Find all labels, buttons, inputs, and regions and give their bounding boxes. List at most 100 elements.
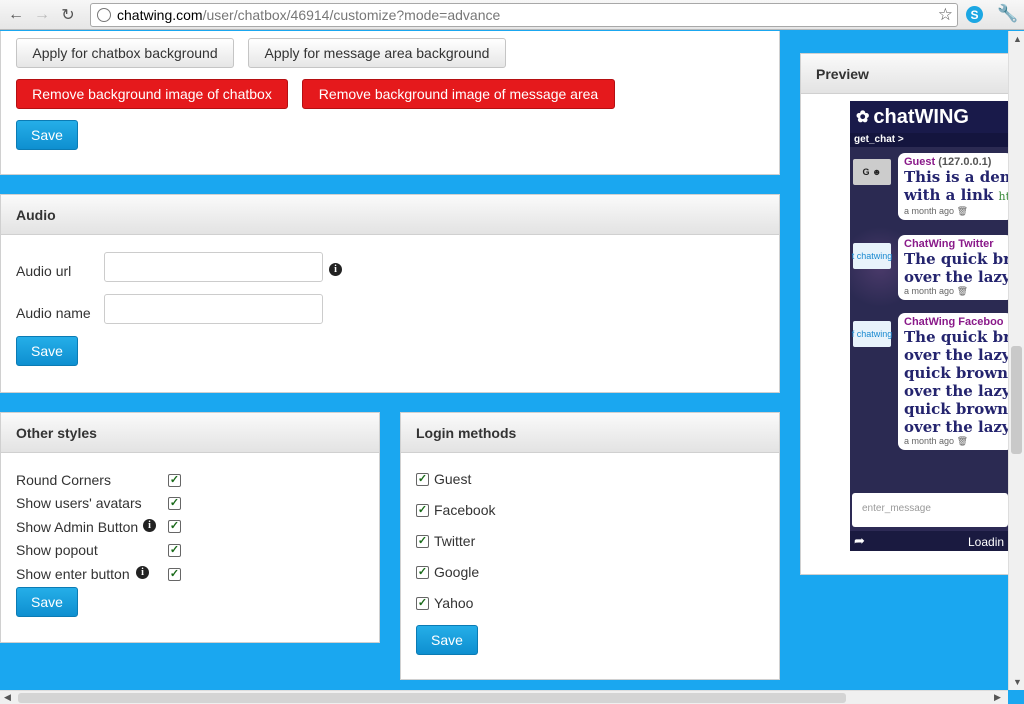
wrench-menu-icon[interactable]: 🔧 — [997, 4, 1018, 24]
login-label: Yahoo — [434, 595, 474, 611]
guest-avatar: G ☻ — [853, 159, 891, 185]
twitter-avatar: t chatwing — [851, 243, 892, 269]
trash-icon[interactable]: 🗑 — [957, 436, 968, 446]
message-line: over the lazy — [904, 382, 1008, 400]
option-label: Show Admin Button — [16, 519, 139, 535]
audio-url-label: Audio url — [16, 263, 72, 279]
message-line: over the lazy — [904, 418, 1008, 436]
option-label: Round Corners — [16, 472, 111, 488]
facebook-avatar: f chatwing — [851, 321, 893, 347]
chat-message-input[interactable]: enter_message — [852, 493, 1008, 527]
chat-message: ChatWing Twitter The quick bro over the … — [898, 235, 1008, 300]
login-icon[interactable]: ➦ — [854, 533, 865, 549]
preview-panel: Preview ✿ chatWING get_chat > G ☻ Guest … — [800, 53, 1008, 575]
url-path: /user/chatbox/46914/customize?mode=advan… — [202, 7, 501, 23]
message-user: Guest (127.0.0.1) — [904, 156, 1007, 168]
horizontal-scroll-thumb[interactable] — [18, 693, 846, 703]
round-corners-checkbox[interactable]: ✓ — [168, 474, 181, 487]
avatar-caption: chatwing — [856, 329, 893, 339]
forward-icon[interactable]: → — [29, 2, 55, 28]
audio-panel-title: Audio — [1, 195, 779, 235]
url-host: chatwing.com — [117, 7, 203, 23]
message-timestamp: a month ago — [904, 436, 955, 446]
other-styles-title: Other styles — [1, 413, 379, 453]
page-content: Apply for chatbox background Apply for m… — [0, 31, 1008, 690]
option-label: Show enter button — [16, 566, 130, 582]
vertical-scrollbar[interactable]: ▲ ▼ — [1008, 31, 1024, 690]
scroll-left-icon[interactable]: ◀ — [4, 692, 11, 703]
scroll-down-icon[interactable]: ▼ — [1013, 677, 1022, 687]
vertical-scroll-thumb[interactable] — [1011, 346, 1022, 454]
bookmark-star-icon[interactable]: ☆ — [938, 5, 953, 25]
option-label: Show popout — [16, 542, 98, 558]
scroll-up-icon[interactable]: ▲ — [1013, 34, 1022, 44]
guest-checkbox[interactable]: ✓ — [416, 473, 429, 486]
login-label: Guest — [434, 471, 472, 487]
message-username: ChatWing Faceboo — [904, 316, 1004, 328]
google-checkbox[interactable]: ✓ — [416, 566, 429, 579]
message-timestamp: a month ago — [904, 286, 955, 296]
message-line: This is a dem — [904, 168, 1008, 186]
other-styles-save-button[interactable]: Save — [16, 587, 78, 617]
horizontal-scrollbar[interactable]: ◀ ▶ — [0, 690, 1008, 704]
globe-icon — [97, 8, 111, 22]
login-badge: G — [862, 167, 870, 177]
login-badge: t — [851, 251, 855, 261]
login-label: Google — [434, 564, 480, 580]
login-label: Facebook — [434, 502, 496, 518]
show-admin-button-checkbox[interactable]: ✓ — [168, 520, 181, 533]
login-methods-panel: Login methods ✓ Guest ✓ Facebook ✓ Twitt… — [400, 412, 780, 680]
audio-panel: Audio Audio url i Audio name Save — [0, 194, 780, 393]
login-methods-save-button[interactable]: Save — [416, 625, 478, 655]
message-line: quick brown — [904, 400, 1008, 418]
enter-button-info-icon[interactable]: i — [136, 566, 149, 579]
chat-message: ChatWing Faceboo The quick bro over the … — [898, 313, 1008, 450]
preview-title: Preview — [801, 54, 1008, 94]
message-line: The quick bro — [904, 328, 1008, 346]
yahoo-checkbox[interactable]: ✓ — [416, 597, 429, 610]
login-methods-title: Login methods — [401, 413, 779, 453]
apply-message-bg-button[interactable]: Apply for message area background — [248, 38, 506, 68]
message-line: over the lazy — [904, 346, 1008, 364]
twitter-checkbox[interactable]: ✓ — [416, 535, 429, 548]
message-line: quick brown — [904, 364, 1008, 382]
show-enter-button-checkbox[interactable]: ✓ — [168, 568, 181, 581]
remove-chatbox-bg-button[interactable]: Remove background image of chatbox — [16, 79, 288, 109]
trash-icon[interactable]: 🗑 — [957, 206, 968, 216]
scroll-right-icon[interactable]: ▶ — [994, 692, 1001, 703]
skype-extension-icon[interactable]: S — [966, 6, 983, 23]
message-username: Guest — [904, 156, 936, 168]
option-label: Show users' avatars — [16, 495, 142, 511]
background-save-button[interactable]: Save — [16, 120, 78, 150]
audio-name-input[interactable] — [104, 294, 323, 324]
message-text: with a link — [904, 186, 994, 204]
admin-button-info-icon[interactable]: i — [143, 519, 156, 532]
chatbox-footer: ➦ Loadin — [850, 531, 1008, 551]
login-badge: f — [851, 329, 855, 339]
audio-url-input[interactable] — [104, 252, 323, 282]
show-popout-checkbox[interactable]: ✓ — [168, 544, 181, 557]
chat-message: Guest (127.0.0.1) This is a dem with a l… — [898, 153, 1008, 220]
audio-url-info-icon[interactable]: i — [329, 263, 342, 276]
apply-chatbox-bg-button[interactable]: Apply for chatbox background — [16, 38, 234, 68]
message-time: a month ago 🗑 — [904, 206, 1007, 217]
other-styles-panel: Other styles Round Corners ✓ Show users'… — [0, 412, 380, 643]
facebook-checkbox[interactable]: ✓ — [416, 504, 429, 517]
message-username: ChatWing Twitter — [904, 238, 994, 250]
message-timestamp: a month ago — [904, 206, 955, 216]
chatbox-header: ✿ chatWING — [850, 101, 1008, 133]
chatbox-subheader: get_chat > — [850, 133, 1008, 147]
remove-message-bg-button[interactable]: Remove background image of message area — [302, 79, 615, 109]
address-bar[interactable]: chatwing.com/user/chatbox/46914/customiz… — [90, 3, 958, 27]
show-avatars-checkbox[interactable]: ✓ — [168, 497, 181, 510]
audio-save-button[interactable]: Save — [16, 336, 78, 366]
message-link[interactable]: htt — [999, 190, 1008, 203]
reload-icon[interactable]: ↻ — [55, 2, 81, 28]
message-ip: (127.0.0.1) — [938, 156, 992, 168]
message-line: with a link htt — [904, 186, 1008, 206]
back-icon[interactable]: ← — [3, 2, 29, 28]
footer-status: Loadin — [968, 535, 1005, 549]
chatwing-bird-icon: ✿ — [856, 109, 870, 126]
trash-icon[interactable]: 🗑 — [957, 286, 968, 296]
message-line: over the lazy — [904, 268, 1008, 286]
